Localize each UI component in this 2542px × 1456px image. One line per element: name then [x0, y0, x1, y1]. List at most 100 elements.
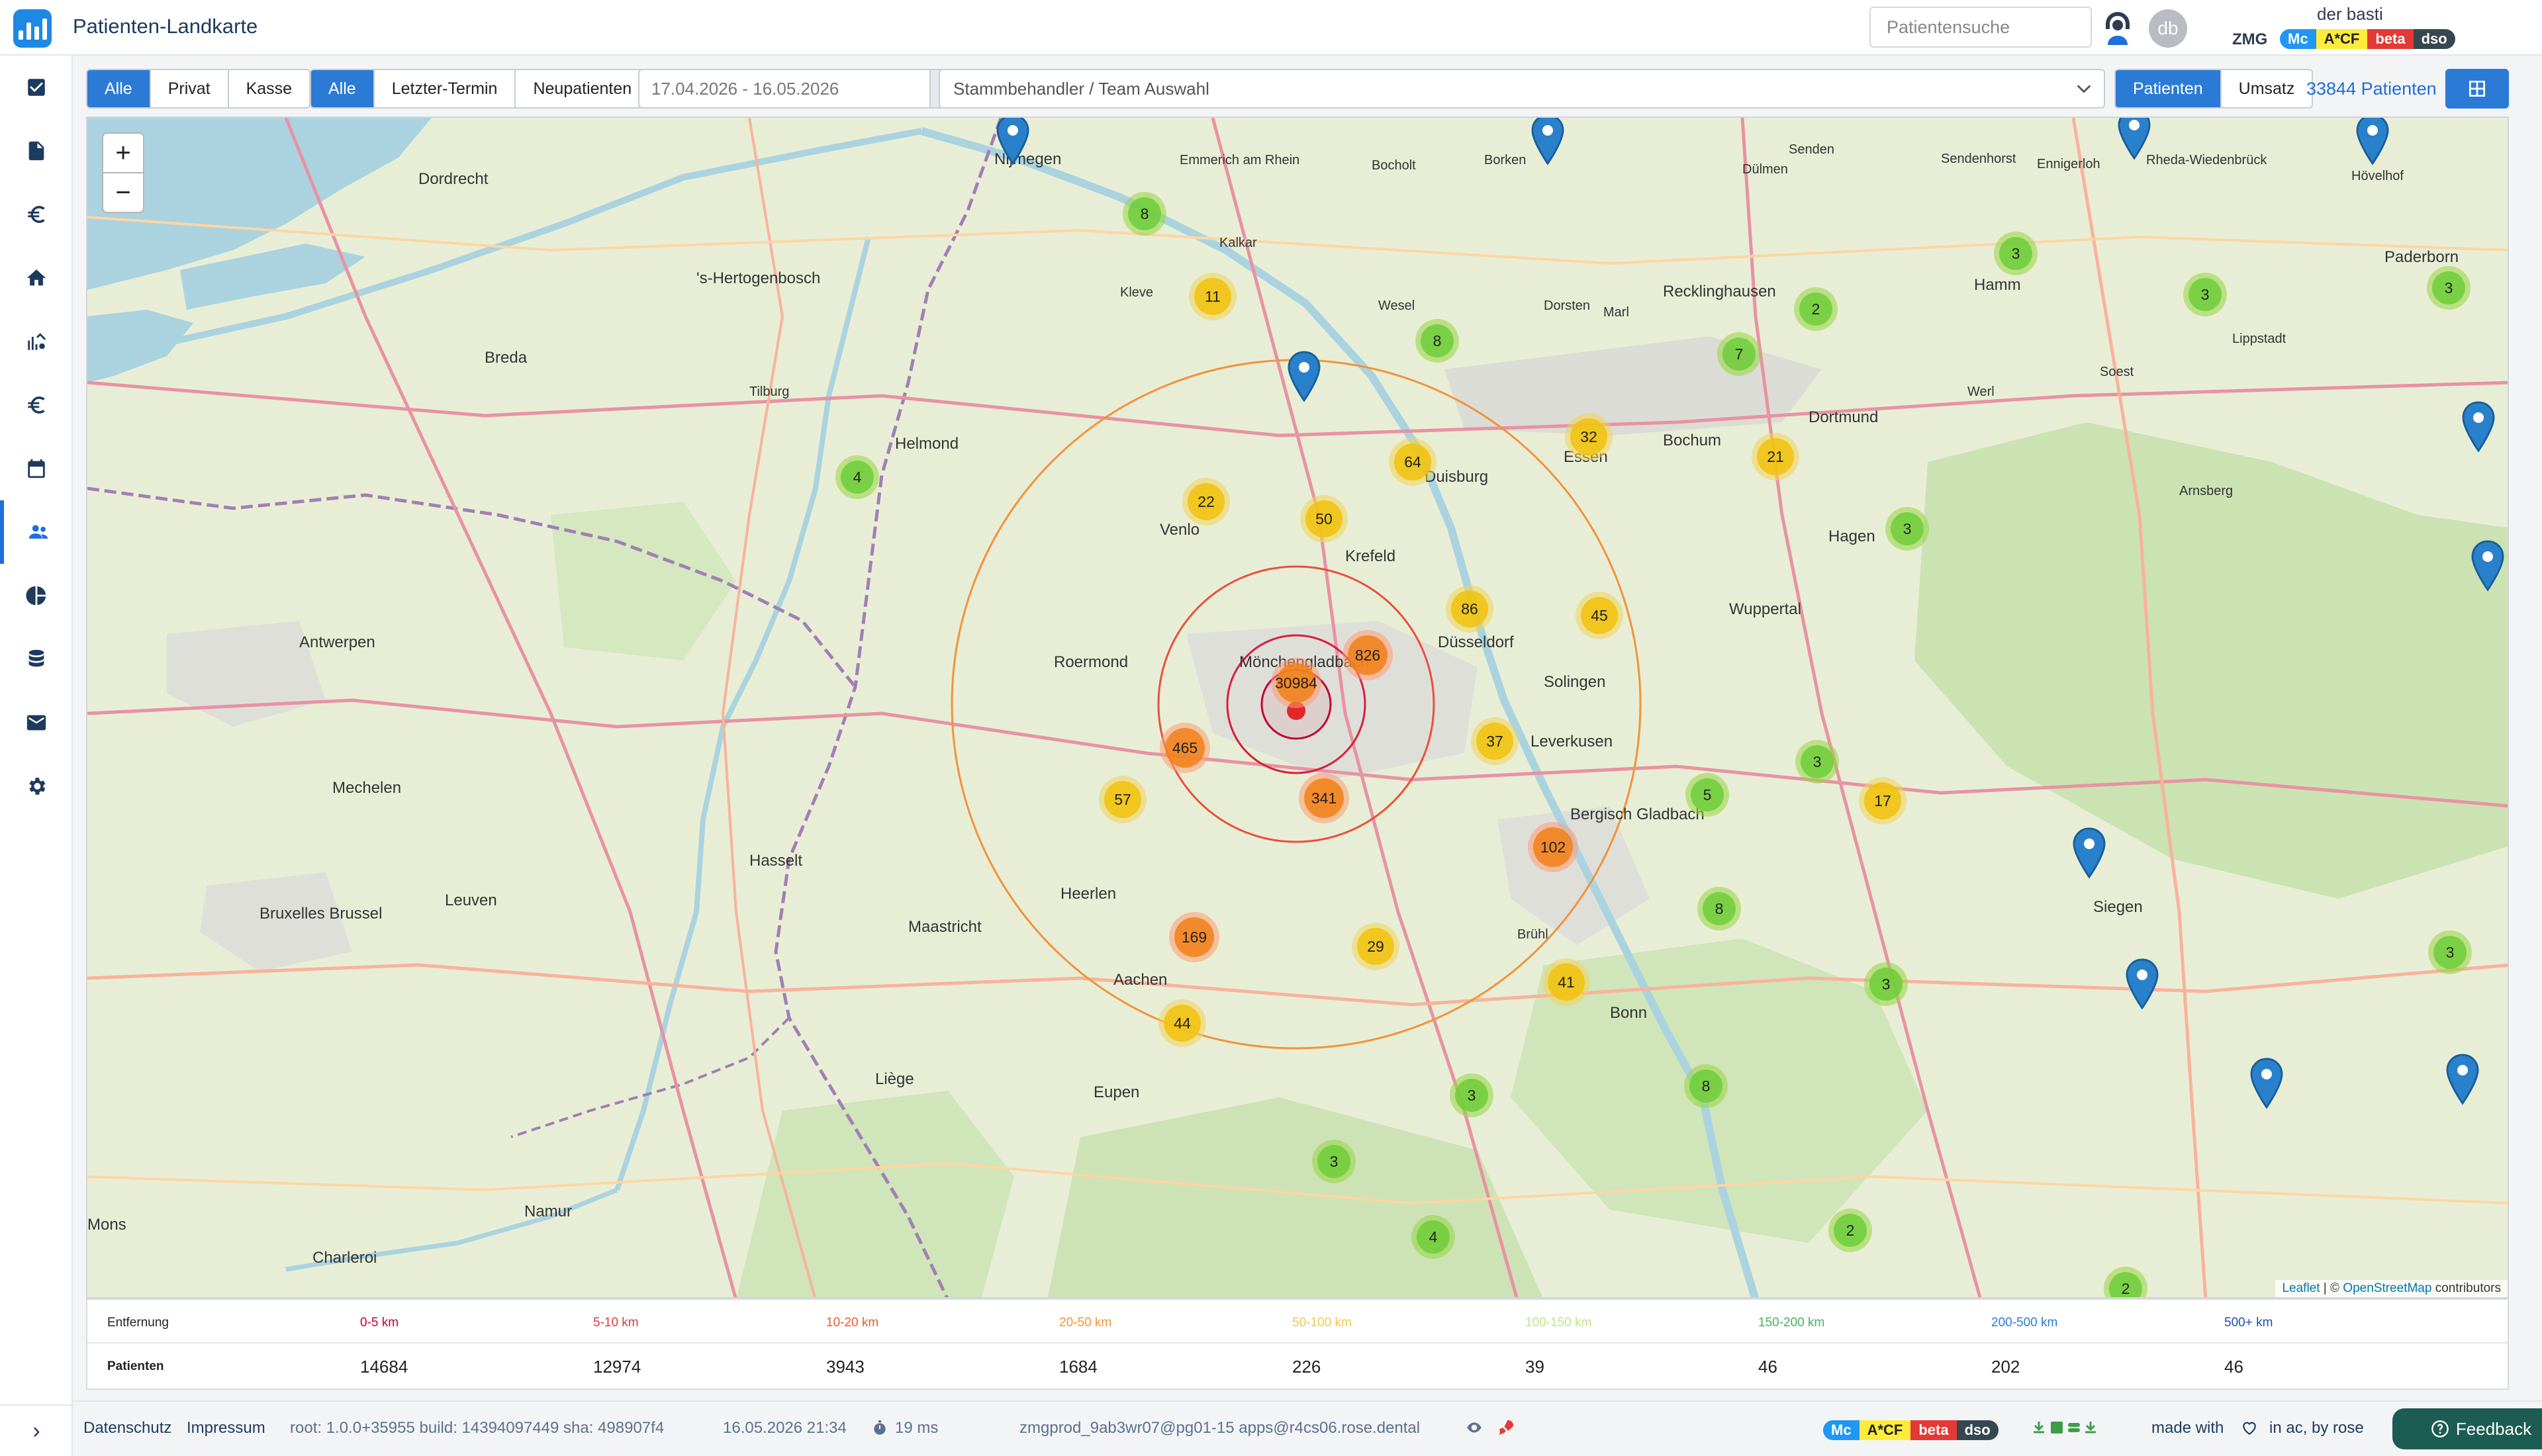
sidebar-item-finance[interactable]: [0, 183, 73, 246]
cluster-marker[interactable]: 3: [2427, 266, 2471, 310]
avatar[interactable]: db: [2149, 9, 2187, 48]
map-pin-icon[interactable]: [1287, 351, 1321, 402]
cluster-marker[interactable]: 7: [1717, 332, 1761, 376]
cluster-marker[interactable]: 5: [1685, 773, 1729, 817]
cluster-marker[interactable]: 169: [1169, 912, 1219, 962]
cluster-marker[interactable]: 57: [1099, 776, 1147, 823]
cluster-marker[interactable]: 2: [1794, 287, 1838, 331]
insurance-private-button[interactable]: Privat: [150, 70, 229, 107]
sidebar-item-documents[interactable]: [0, 119, 73, 183]
cluster-marker[interactable]: 3: [1795, 740, 1839, 784]
cluster-marker[interactable]: 29: [1352, 923, 1399, 970]
cluster-marker[interactable]: 8: [1684, 1064, 1728, 1108]
sidebar-item-analytics[interactable]: [0, 310, 73, 373]
cluster-marker[interactable]: 45: [1576, 592, 1623, 639]
view-patients-button[interactable]: Patienten: [2116, 70, 2222, 107]
leaflet-link[interactable]: Leaflet: [2282, 1281, 2320, 1295]
map-pin-icon[interactable]: [2471, 540, 2505, 592]
patient-type-filter: Alle Letzter-Termin Neupatienten: [310, 69, 651, 109]
cluster-marker[interactable]: 30984: [1271, 658, 1321, 708]
app-logo-icon[interactable]: [13, 9, 52, 48]
cluster-marker[interactable]: 3: [2183, 273, 2227, 316]
cluster-marker[interactable]: 3: [1312, 1140, 1356, 1183]
patient-map[interactable]: Dordrecht Nijmegen Emmerich am Rhein Boc…: [86, 116, 2509, 1298]
map-pin-icon[interactable]: [2445, 1054, 2480, 1105]
cluster-marker[interactable]: 22: [1182, 478, 1230, 525]
map-pin-icon[interactable]: [2117, 116, 2151, 160]
map-label: Breda: [485, 349, 528, 367]
cluster-marker[interactable]: 102: [1528, 822, 1578, 872]
cluster-marker[interactable]: 8: [1697, 887, 1741, 931]
imprint-link[interactable]: Impressum: [187, 1419, 265, 1437]
cluster-marker[interactable]: 2: [1828, 1208, 1872, 1252]
patient-type-last-appointment-button[interactable]: Letzter-Termin: [374, 70, 516, 107]
cluster-marker[interactable]: 86: [1446, 585, 1493, 633]
privacy-link[interactable]: Datenschutz: [83, 1419, 171, 1437]
map-tiles[interactable]: Dordrecht Nijmegen Emmerich am Rhein Boc…: [87, 118, 2509, 1298]
gear-icon: [29, 778, 46, 795]
cluster-marker[interactable]: 21: [1752, 433, 1799, 480]
cluster-marker[interactable]: 3: [1450, 1073, 1493, 1117]
sidebar-item-patients[interactable]: [0, 500, 73, 564]
patient-type-all-button[interactable]: Alle: [311, 70, 375, 107]
map-label: Kleve: [1120, 285, 1153, 300]
map-label: Werl: [1967, 385, 1995, 399]
sidebar-item-settings[interactable]: [0, 754, 73, 818]
insurance-public-button[interactable]: Kasse: [228, 70, 310, 107]
cluster-marker[interactable]: 8: [1123, 192, 1166, 236]
cluster-marker[interactable]: 3: [1864, 962, 1908, 1006]
map-label: Düsseldorf: [1438, 633, 1514, 651]
distance-patient-count: 202: [1991, 1357, 2020, 1377]
patient-type-new-button[interactable]: Neupatienten: [516, 70, 649, 107]
patient-search-input[interactable]: [1869, 7, 2092, 48]
map-pin-icon[interactable]: [2461, 401, 2496, 453]
eye-icon[interactable]: [1464, 1419, 1484, 1436]
map-label: Tilburg: [749, 385, 789, 399]
cluster-marker[interactable]: 8: [1415, 319, 1459, 363]
sidebar-item-revenue[interactable]: [0, 373, 73, 437]
view-revenue-button[interactable]: Umsatz: [2221, 70, 2312, 107]
cluster-marker[interactable]: 11: [1189, 273, 1237, 320]
sidebar-item-messages[interactable]: [0, 691, 73, 754]
support-agent-icon[interactable]: [2101, 9, 2134, 46]
sidebar-item-database[interactable]: [0, 627, 73, 691]
sidebar-expand-icon[interactable]: ›: [0, 1404, 73, 1456]
zoom-out-button[interactable]: −: [102, 172, 144, 213]
zoom-in-button[interactable]: +: [102, 132, 144, 173]
cluster-marker[interactable]: 826: [1342, 630, 1393, 680]
cluster-marker[interactable]: 64: [1389, 438, 1436, 486]
map-pin-icon[interactable]: [1530, 116, 1565, 165]
cluster-marker[interactable]: 341: [1299, 773, 1349, 823]
date-range-input[interactable]: [638, 69, 931, 109]
cluster-marker[interactable]: 4: [835, 455, 879, 499]
cluster-marker[interactable]: 32: [1565, 413, 1613, 461]
cluster-marker[interactable]: 465: [1160, 723, 1210, 773]
sidebar-item-practice[interactable]: [0, 246, 73, 310]
table-view-button[interactable]: [2445, 69, 2509, 109]
team-select[interactable]: Stammbehandler / Team Auswahl: [939, 69, 2105, 109]
sidebar-item-calendar[interactable]: [0, 437, 73, 500]
map-label: Leuven: [445, 891, 497, 909]
rocket-icon[interactable]: [1496, 1418, 1516, 1437]
cluster-marker[interactable]: 17: [1859, 777, 1906, 825]
mail-icon: [26, 715, 46, 731]
feedback-button[interactable]: Feedback: [2392, 1408, 2542, 1449]
cluster-marker[interactable]: 3: [2428, 931, 2472, 974]
sidebar-item-statistics[interactable]: [0, 564, 73, 627]
cluster-marker[interactable]: 3: [1885, 507, 1929, 551]
map-pin-icon[interactable]: [996, 116, 1030, 165]
cluster-marker[interactable]: 44: [1158, 999, 1206, 1047]
cluster-marker[interactable]: 37: [1471, 717, 1519, 765]
cluster-marker[interactable]: 3: [1994, 232, 2038, 275]
cluster-marker[interactable]: 4: [1411, 1215, 1455, 1259]
map-pin-icon[interactable]: [2249, 1058, 2284, 1109]
cluster-marker[interactable]: 41: [1542, 958, 1590, 1006]
map-pin-icon[interactable]: [2125, 958, 2159, 1010]
sidebar-item-tasks[interactable]: [0, 56, 73, 119]
insurance-all-button[interactable]: Alle: [87, 70, 151, 107]
cluster-marker[interactable]: 50: [1300, 495, 1348, 543]
user-name[interactable]: der basti: [2317, 4, 2383, 24]
osm-link[interactable]: OpenStreetMap: [2343, 1281, 2431, 1295]
map-pin-icon[interactable]: [2355, 116, 2390, 165]
map-pin-icon[interactable]: [2072, 827, 2106, 879]
